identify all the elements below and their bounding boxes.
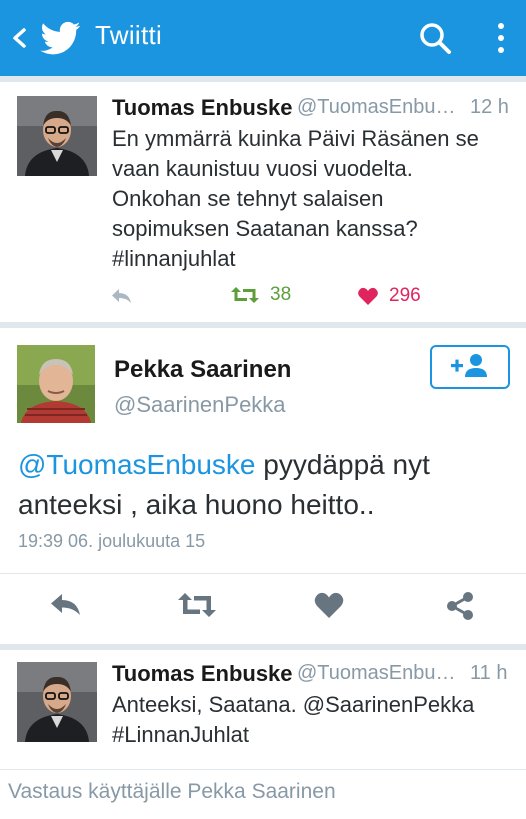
tweet-card[interactable]: Tuomas Enbuske @TuomasEnbus... 12 h En y…: [0, 82, 526, 322]
share-icon[interactable]: [444, 590, 476, 622]
more-vertical-icon[interactable]: [490, 18, 512, 58]
like-button[interactable]: 296: [357, 285, 421, 307]
avatar[interactable]: [17, 662, 97, 742]
author-handle[interactable]: @TuomasEnbus...: [297, 662, 457, 685]
app-bar: Twiitti: [0, 0, 526, 76]
avatar[interactable]: [17, 96, 97, 176]
heart-icon[interactable]: [313, 590, 345, 620]
hashtag[interactable]: #linnanjuhlat: [112, 244, 517, 274]
tweet-text: En ymmärrä kuinka Päivi Räsänen se vaan …: [112, 124, 517, 274]
reply-input[interactable]: Vastaus käyttäjälle Pekka Saarinen: [0, 769, 526, 819]
chevron-left-icon[interactable]: [8, 20, 30, 56]
tweet-text: Anteeksi, Saatana. @SaarinenPekka #Linna…: [112, 690, 517, 750]
tweet-line: vaan kaunistuu vuosi vuodelta.: [112, 156, 413, 181]
follow-button[interactable]: [430, 345, 510, 389]
tweet-text: @TuomasEnbuske pyydäppä nyt anteeksi , a…: [18, 445, 498, 525]
tweet-line: Onkohan se tehnyt salaisen: [112, 186, 384, 211]
tweet-text-fragment: pyydäppä nyt: [255, 449, 430, 480]
avatar[interactable]: [17, 345, 95, 423]
mention-link[interactable]: @TuomasEnbuske: [18, 449, 256, 480]
tweet-time: 12 h: [470, 96, 509, 118]
reply-placeholder[interactable]: Vastaus käyttäjälle Pekka Saarinen: [8, 780, 336, 804]
divider: [0, 573, 526, 574]
retweet-button[interactable]: 38: [230, 284, 291, 306]
twitter-bird-icon: [40, 21, 81, 55]
heart-icon: [358, 287, 378, 305]
search-icon[interactable]: [416, 19, 454, 57]
tweet-line: @TuomasEnbuske pyydäppä nyt: [18, 445, 498, 485]
tweet-line: sopimuksen Saatanan kanssa?: [112, 216, 418, 241]
add-user-icon: [451, 354, 487, 377]
author-handle[interactable]: @TuomasEnbus...: [297, 96, 457, 119]
reply-icon[interactable]: [48, 590, 84, 618]
reply-button[interactable]: [110, 286, 134, 306]
tweet-line: Anteeksi, Saatana. @SaarinenPekka: [112, 692, 475, 717]
focused-tweet-card: Pekka Saarinen @SaarinenPekka @TuomasEnb…: [0, 328, 526, 644]
tweet-timestamp: 19:39 06. joulukuuta 15: [18, 531, 206, 551]
retweet-count: 38: [270, 284, 292, 305]
retweet-icon[interactable]: [176, 590, 218, 620]
hashtag[interactable]: #LinnanJuhlat: [112, 720, 517, 750]
tweet-time: 11 h: [470, 662, 508, 684]
retweet-icon: [231, 287, 259, 303]
author-name[interactable]: Pekka Saarinen: [114, 356, 291, 384]
page-title: Twiitti: [95, 20, 163, 50]
tweet-line: En ymmärrä kuinka Päivi Räsänen se: [112, 126, 479, 151]
author-name[interactable]: Tuomas Enbuske: [112, 661, 293, 687]
like-count: 296: [389, 285, 421, 306]
author-handle[interactable]: @SaarinenPekka: [114, 392, 286, 418]
tweet-line: anteeksi , aika huono heitto..: [18, 489, 375, 520]
author-name[interactable]: Tuomas Enbuske: [112, 95, 293, 121]
reply-icon: [112, 289, 131, 303]
